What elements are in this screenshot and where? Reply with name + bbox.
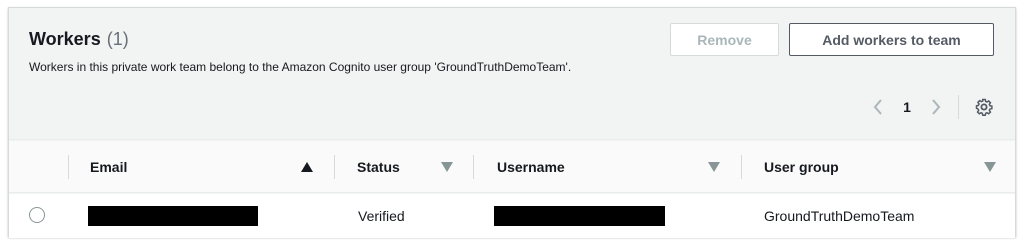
chevron-left-icon[interactable] — [866, 95, 890, 119]
sort-up-icon[interactable] — [301, 161, 313, 173]
worker-count: (1) — [106, 29, 129, 49]
add-workers-button[interactable]: Add workers to team — [789, 23, 994, 56]
user-group-cell: GroundTruthDemoTeam — [764, 208, 915, 224]
sort-down-icon[interactable] — [708, 161, 720, 173]
status-cell: Verified — [358, 208, 405, 224]
pagination: 1 — [866, 95, 995, 119]
username-cell — [494, 194, 665, 238]
panel-header: Workers (1) Workers in this private work… — [9, 8, 1015, 140]
column-divider[interactable] — [741, 155, 742, 179]
row-select-radio[interactable] — [29, 207, 45, 223]
table-header: Email Status Username User group — [9, 141, 1015, 193]
chevron-right-icon[interactable] — [924, 95, 948, 119]
redacted-username — [494, 206, 665, 226]
pagination-divider — [958, 95, 959, 119]
table-body: Verified GroundTruthDemoTeam — [9, 194, 1015, 238]
redacted-email — [88, 206, 258, 226]
column-divider[interactable] — [334, 155, 335, 179]
current-page-number[interactable]: 1 — [890, 99, 924, 115]
column-header-username[interactable]: Username — [497, 141, 565, 193]
sort-down-icon[interactable] — [441, 161, 453, 173]
panel-title-row: Workers (1) — [29, 29, 129, 50]
sort-down-icon[interactable] — [984, 161, 996, 173]
gear-icon[interactable] — [973, 96, 995, 118]
column-divider — [68, 155, 69, 179]
panel-title: Workers — [29, 29, 101, 49]
table-row[interactable]: Verified GroundTruthDemoTeam — [9, 194, 1015, 238]
column-divider[interactable] — [473, 155, 474, 179]
email-cell — [88, 194, 258, 238]
column-header-user-group[interactable]: User group — [764, 141, 839, 193]
workers-panel: Workers (1) Workers in this private work… — [8, 7, 1016, 238]
column-header-email[interactable]: Email — [90, 141, 127, 193]
remove-button[interactable]: Remove — [670, 23, 779, 56]
column-header-status[interactable]: Status — [357, 141, 400, 193]
panel-description: Workers in this private work team belong… — [29, 60, 572, 74]
